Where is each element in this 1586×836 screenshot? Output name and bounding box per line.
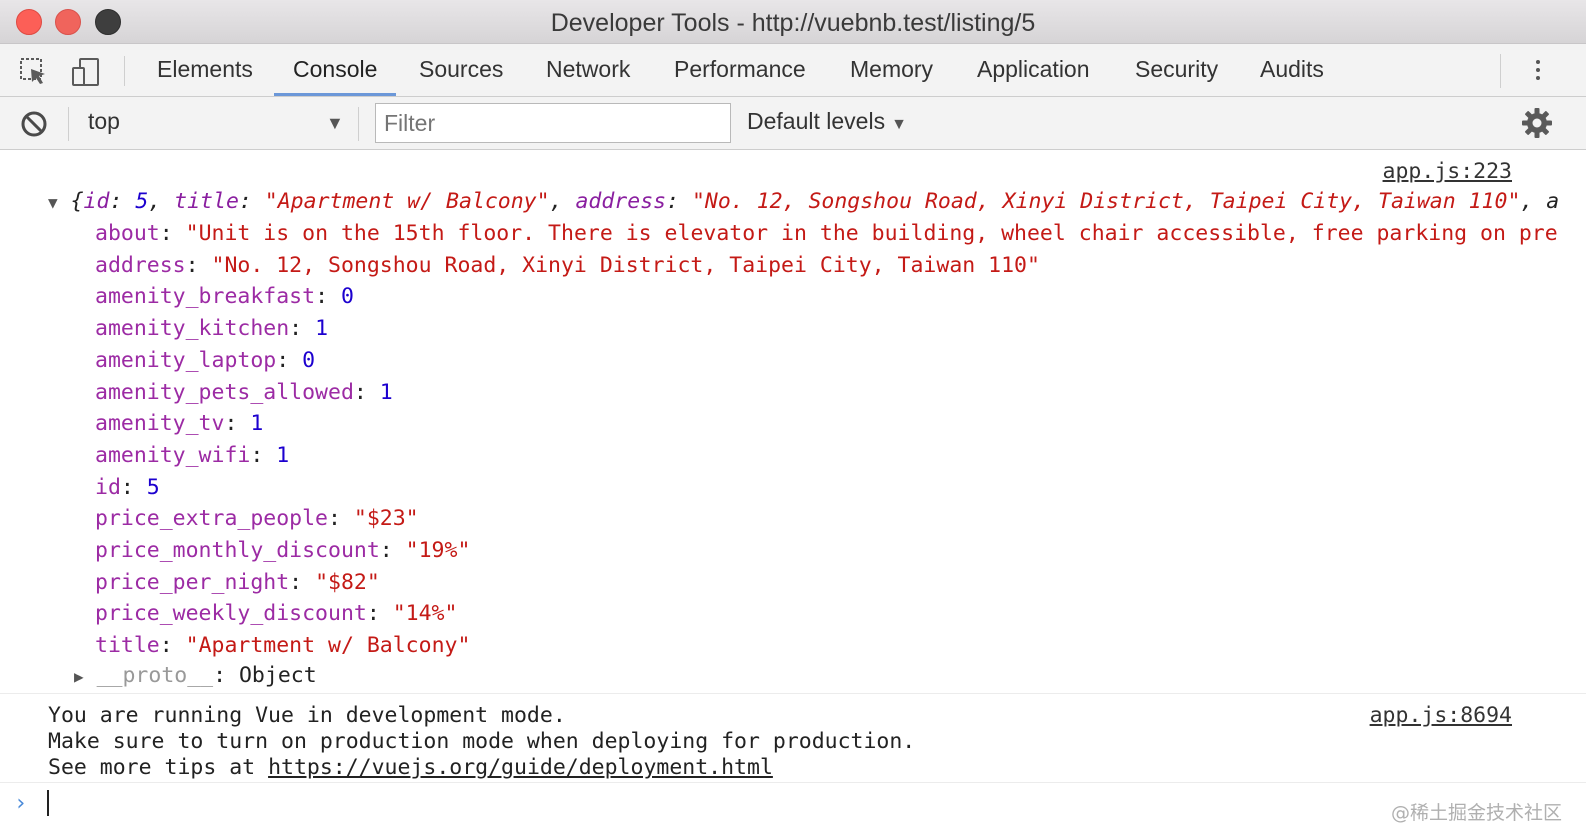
property-key: price_monthly_discount — [95, 538, 380, 563]
tabbar-divider — [124, 56, 125, 86]
devtools-tabbar: Elements Console Sources Network Perform… — [0, 44, 1586, 97]
property-value: 1 — [276, 442, 290, 468]
tab-elements[interactable]: Elements — [157, 54, 253, 96]
console-prompt-icon: › — [14, 791, 28, 816]
proto-key: __proto__ — [96, 663, 214, 688]
property-value: 0 — [302, 347, 316, 373]
property-key: price_per_night — [95, 569, 290, 595]
tab-audits[interactable]: Audits — [1260, 54, 1324, 96]
property-value: "$82" — [315, 569, 380, 595]
tabbar-divider-right — [1500, 54, 1501, 88]
tab-application[interactable]: Application — [977, 54, 1090, 96]
toolbar-divider — [68, 107, 69, 141]
log-levels-label: Default levels — [747, 108, 886, 134]
property-value: 1 — [379, 379, 393, 405]
property-value: "19%" — [405, 538, 471, 563]
vue-message-line-1: You are running Vue in development mode. — [48, 703, 566, 728]
proto-value: Object — [238, 663, 317, 688]
window-titlebar: Developer Tools - http://vuebnb.test/lis… — [0, 0, 1586, 44]
object-property-row: amenity_kitchen: 1 — [95, 316, 329, 342]
object-property-row: amenity_laptop: 0 — [95, 347, 316, 373]
property-value: "$23" — [353, 506, 419, 532]
property-key: amenity_breakfast — [95, 284, 316, 310]
tab-security[interactable]: Security — [1135, 54, 1218, 96]
toolbar-divider — [358, 107, 359, 141]
property-key: amenity_tv — [95, 411, 225, 437]
settings-gear-icon[interactable] — [1521, 107, 1553, 139]
property-key: address — [95, 252, 186, 278]
object-summary[interactable]: ▼ {id: 5, title: "Apartment w/ Balcony",… — [48, 189, 1559, 214]
object-property-row: about: "Unit is on the 15th floor. There… — [95, 221, 1558, 246]
console-message-object: app.js:223 ▼ {id: 5, title: "Apartment w… — [0, 151, 1586, 694]
property-key: id — [95, 474, 121, 500]
watermark: @稀土掘金技术社区 — [1390, 802, 1562, 824]
context-selector[interactable]: top — [88, 108, 120, 135]
tab-network[interactable]: Network — [546, 54, 630, 96]
clear-console-icon[interactable] — [20, 110, 48, 138]
property-value: "No. 12, Songshou Road, Xinyi District, … — [211, 252, 1040, 278]
tab-console[interactable]: Console — [274, 54, 397, 96]
context-dropdown-icon[interactable]: ▼ — [326, 113, 344, 134]
source-link[interactable]: app.js:8694 — [1370, 703, 1512, 728]
property-key: about — [95, 221, 160, 246]
property-value: 0 — [340, 284, 354, 310]
property-value: 1 — [250, 411, 264, 437]
filter-input[interactable] — [375, 103, 731, 143]
property-key: price_extra_people — [95, 506, 328, 532]
object-property-row: amenity_tv: 1 — [95, 411, 264, 437]
property-key: amenity_laptop — [95, 347, 277, 373]
console-toolbar: top ▼ Default levels ▼ — [0, 97, 1586, 150]
vue-deployment-link[interactable]: https://vuejs.org/guide/deployment.html — [268, 755, 773, 780]
levels-dropdown-icon: ▼ — [891, 116, 907, 133]
window-title: Developer Tools - http://vuebnb.test/lis… — [550, 9, 1036, 37]
log-levels-dropdown[interactable]: Default levels ▼ — [747, 108, 907, 135]
tab-performance[interactable]: Performance — [674, 54, 806, 96]
object-property-row: price_monthly_discount: "19%" — [95, 538, 471, 563]
object-property-row: price_per_night: "$82" — [95, 569, 380, 595]
property-key: amenity_wifi — [95, 442, 251, 468]
object-property-row: amenity_wifi: 1 — [95, 442, 290, 468]
object-property-row: id: 5 — [95, 474, 160, 500]
property-value: "14%" — [392, 601, 458, 627]
object-property-row: price_extra_people: "$23" — [95, 506, 419, 532]
console-message-vue: app.js:8694 You are running Vue in devel… — [0, 695, 1586, 783]
property-key: title — [95, 633, 160, 659]
object-property-row: price_weekly_discount: "14%" — [95, 601, 458, 627]
property-key: price_weekly_discount — [95, 601, 367, 627]
property-key: amenity_kitchen — [95, 316, 290, 342]
object-property-row: title: "Apartment w/ Balcony" — [95, 633, 471, 659]
source-link[interactable]: app.js:223 — [1383, 159, 1512, 184]
property-key: amenity_pets_allowed — [95, 379, 354, 405]
object-property-row: amenity_pets_allowed: 1 — [95, 379, 393, 405]
console-input-caret[interactable] — [47, 790, 49, 816]
collapse-triangle-icon[interactable]: ▶ — [74, 667, 84, 686]
vue-message-line-3: See more tips at https://vuejs.org/guide… — [48, 755, 773, 780]
proto-row[interactable]: ▶ __proto__: Object — [74, 663, 317, 688]
tab-memory[interactable]: Memory — [850, 54, 933, 96]
device-toolbar-icon[interactable] — [70, 56, 102, 88]
more-options-icon[interactable] — [1528, 56, 1548, 86]
object-property-row: amenity_breakfast: 0 — [95, 284, 354, 310]
property-value: "Apartment w/ Balcony" — [185, 633, 471, 659]
vue-message-line-2: Make sure to turn on production mode whe… — [48, 729, 916, 754]
property-value: 5 — [146, 474, 160, 500]
property-value: "Unit is on the 15th floor. There is ele… — [185, 221, 1558, 246]
tab-sources[interactable]: Sources — [419, 54, 503, 96]
expand-triangle-icon[interactable]: ▼ — [48, 193, 58, 212]
object-property-row: address: "No. 12, Songshou Road, Xinyi D… — [95, 252, 1040, 278]
inspect-element-icon[interactable] — [18, 56, 50, 88]
property-value: 1 — [315, 316, 329, 342]
console-output: app.js:223 ▼ {id: 5, title: "Apartment w… — [0, 151, 1586, 836]
